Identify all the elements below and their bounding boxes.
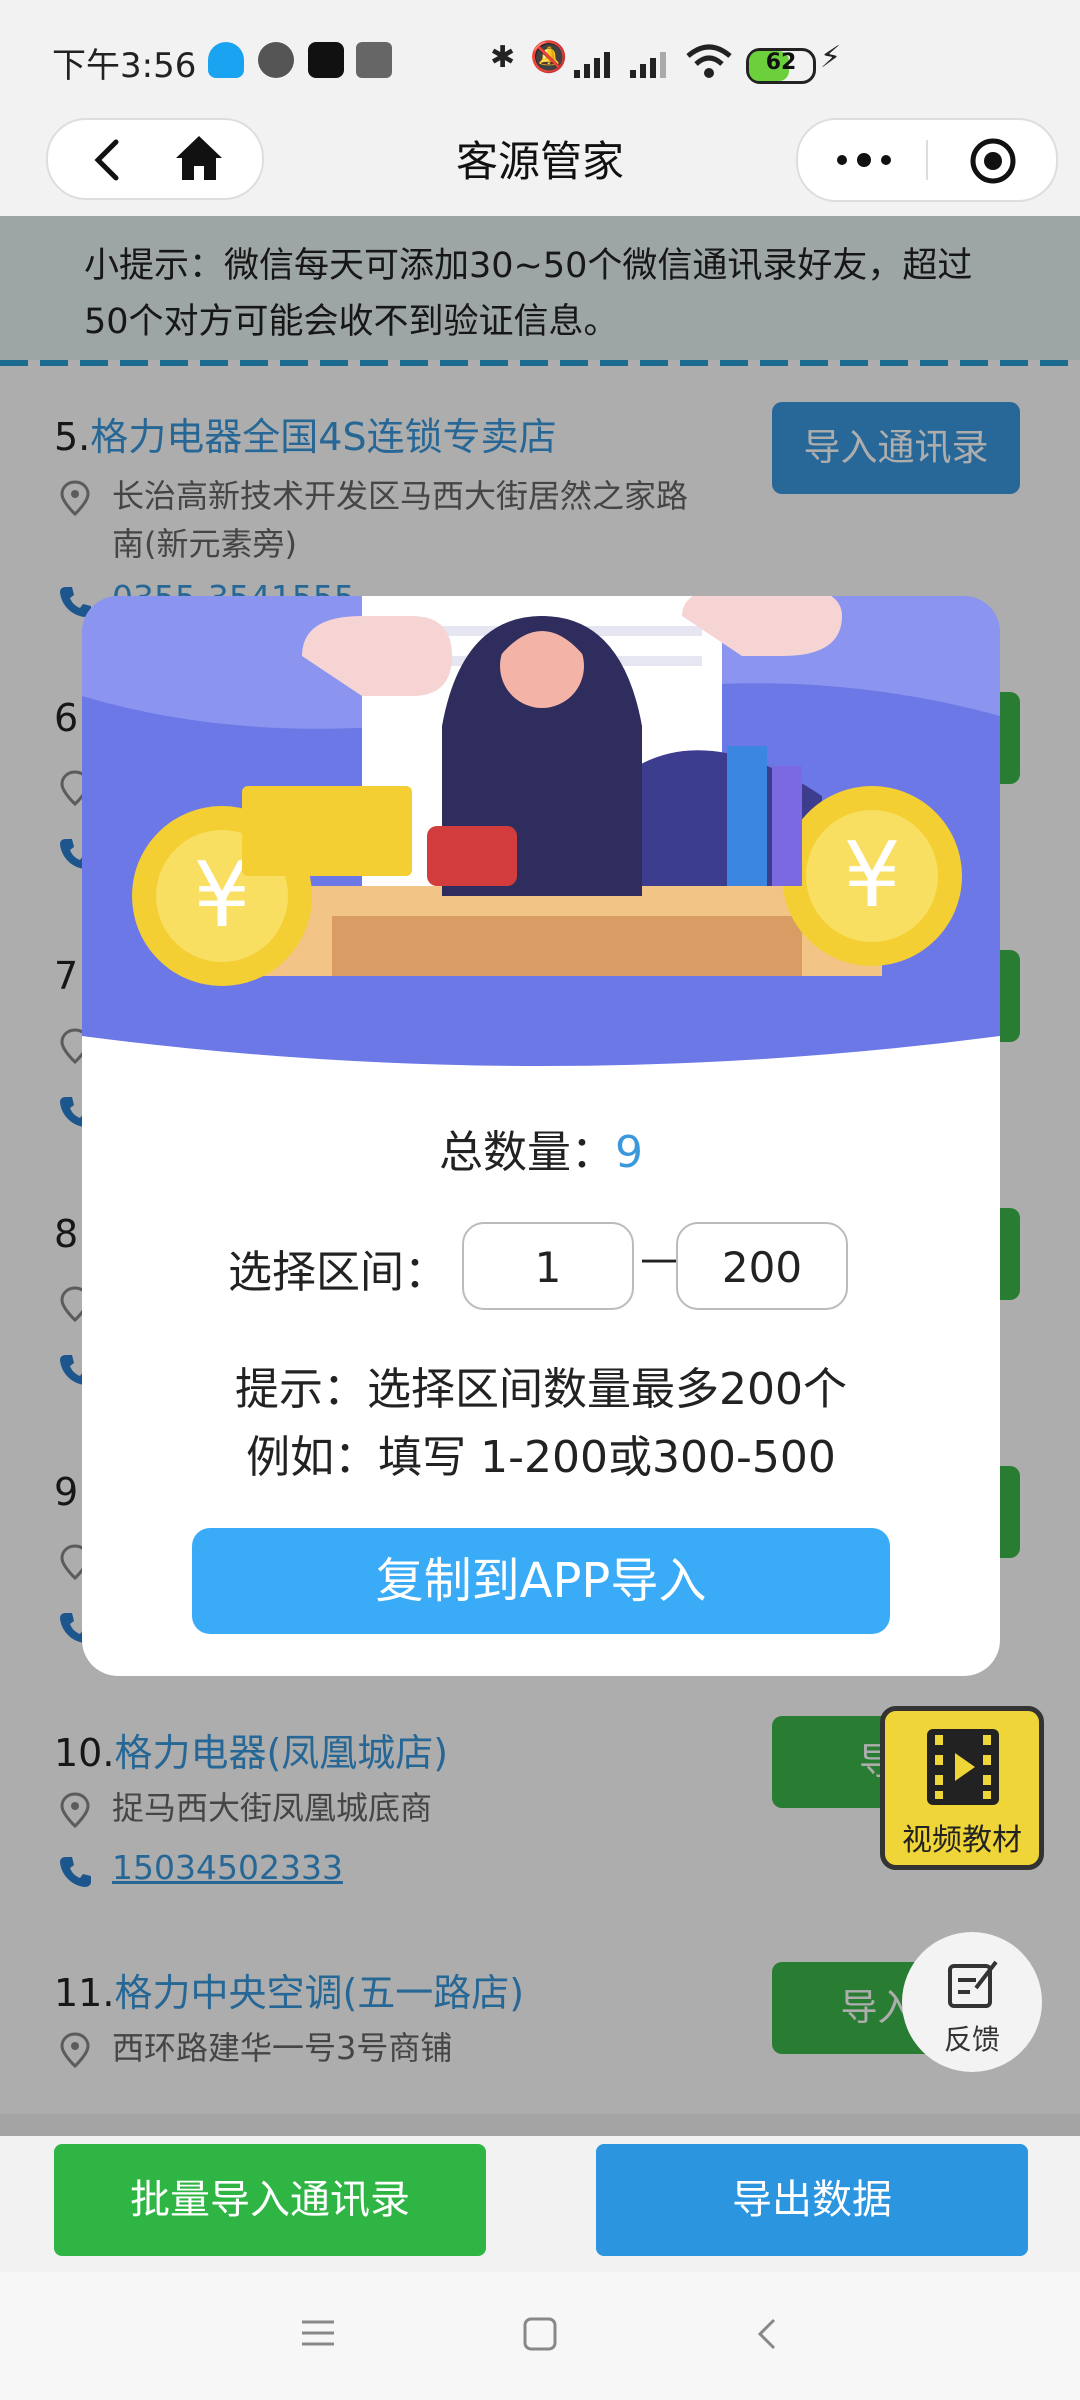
- status-time: 下午3:56: [52, 46, 197, 86]
- battery-level: 62: [765, 50, 797, 75]
- copy-to-app-button[interactable]: 复制到APP导入: [192, 1528, 890, 1634]
- nav-right-capsule: [796, 118, 1058, 202]
- range-to-input[interactable]: 200: [676, 1222, 848, 1310]
- close-miniapp-icon[interactable]: [968, 136, 1018, 186]
- wechat-icon: [258, 42, 294, 78]
- range-from-input[interactable]: 1: [462, 1222, 634, 1310]
- status-bar: 下午3:56 ✱ 🔕 62 ⚡: [0, 0, 1080, 120]
- video-tutorial-button[interactable]: 视频教材: [880, 1706, 1044, 1870]
- system-nav-bar: [0, 2272, 1080, 2400]
- hint-line-1: 提示：选择区间数量最多200个: [235, 1364, 847, 1415]
- system-back-icon[interactable]: [754, 2316, 782, 2352]
- menu-icon[interactable]: [300, 2316, 336, 2350]
- batch-import-button[interactable]: 批量导入通讯录: [54, 2144, 486, 2256]
- thumbs-up-icon: [356, 42, 392, 78]
- export-data-button[interactable]: 导出数据: [596, 2144, 1028, 2256]
- video-tutorial-label: 视频教材: [902, 1823, 1022, 1858]
- qq-icon: [208, 42, 244, 78]
- range-separator: —: [640, 1236, 680, 1282]
- customer-service-illustration: ¥ ¥: [82, 596, 1000, 1066]
- total-value: 9: [615, 1127, 643, 1178]
- hint-line-2: 例如：填写 1-200或300-500: [246, 1432, 836, 1483]
- feedback-button[interactable]: 反馈: [902, 1932, 1042, 2072]
- svg-text:¥: ¥: [843, 823, 900, 928]
- mute-icon: 🔕: [530, 40, 568, 75]
- film-icon: [927, 1729, 999, 1805]
- signal-icon: [574, 52, 610, 78]
- battery-icon: 62: [746, 48, 816, 84]
- tiktok-icon: [308, 42, 344, 78]
- signal-icon-2: [630, 52, 666, 78]
- total-label: 总数量：: [439, 1127, 615, 1178]
- bluetooth-icon: ✱: [490, 40, 516, 75]
- range-label: 选择区间：: [228, 1247, 448, 1298]
- more-icon[interactable]: [834, 148, 894, 172]
- feedback-label: 反馈: [943, 2023, 1000, 2056]
- total-count: 总数量：9: [82, 1116, 1000, 1180]
- import-range-modal: ¥ ¥ 总数量：9 选择区间： 1 — 200 提示：选择区间数量最多200个 …: [82, 596, 1000, 1676]
- wifi-icon: [686, 44, 732, 78]
- capsule-divider: [926, 140, 928, 180]
- charging-icon: ⚡: [820, 40, 842, 75]
- edit-icon: [948, 1960, 998, 2008]
- range-hint: 提示：选择区间数量最多200个 例如：填写 1-200或300-500: [82, 1356, 1000, 1492]
- home-square-icon[interactable]: [522, 2316, 558, 2352]
